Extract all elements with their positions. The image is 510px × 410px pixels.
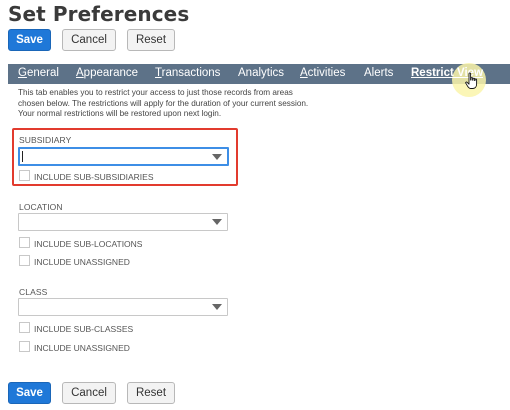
cancel-button-bottom[interactable]: Cancel: [62, 382, 116, 404]
subsidiary-select[interactable]: [18, 147, 229, 166]
text-cursor: [22, 151, 23, 162]
class-label: CLASS: [19, 287, 48, 297]
save-button-bottom[interactable]: Save: [8, 382, 51, 404]
chevron-down-icon: [212, 304, 222, 310]
subsidiary-label: SUBSIDIARY: [19, 135, 72, 145]
tab-activities[interactable]: Activities: [300, 67, 345, 79]
location-label: LOCATION: [19, 202, 63, 212]
tab-analytics[interactable]: Analytics: [238, 67, 284, 79]
save-button-top[interactable]: Save: [8, 29, 51, 51]
include-sub-subsidiaries-label: INCLUDE SUB-SUBSIDIARIES: [34, 172, 154, 182]
reset-button-bottom[interactable]: Reset: [127, 382, 175, 404]
restrict-view-description: This tab enables you to restrict your ac…: [18, 88, 309, 118]
cancel-button-top[interactable]: Cancel: [62, 29, 116, 51]
location-select[interactable]: [18, 213, 228, 231]
include-sub-subsidiaries-checkbox[interactable]: [19, 170, 30, 181]
include-unassigned-locations-label: INCLUDE UNASSIGNED: [34, 257, 130, 267]
reset-button-top[interactable]: Reset: [127, 29, 175, 51]
include-sub-locations-checkbox[interactable]: [19, 237, 30, 248]
include-unassigned-locations-checkbox[interactable]: [19, 255, 30, 266]
tab-general[interactable]: General: [18, 67, 59, 79]
tab-appearance[interactable]: Appearance: [76, 67, 138, 79]
class-select[interactable]: [18, 298, 228, 316]
tab-alerts[interactable]: Alerts: [364, 67, 393, 79]
include-sub-classes-label: INCLUDE SUB-CLASSES: [34, 324, 134, 334]
chevron-down-icon: [212, 219, 222, 225]
chevron-down-icon: [212, 154, 222, 160]
include-unassigned-classes-label: INCLUDE UNASSIGNED: [34, 343, 130, 353]
include-unassigned-classes-checkbox[interactable]: [19, 341, 30, 352]
include-sub-classes-checkbox[interactable]: [19, 322, 30, 333]
page-title: Set Preferences: [8, 2, 190, 26]
include-sub-locations-label: INCLUDE SUB-LOCATIONS: [34, 239, 143, 249]
tab-transactions[interactable]: Transactions: [155, 67, 220, 79]
